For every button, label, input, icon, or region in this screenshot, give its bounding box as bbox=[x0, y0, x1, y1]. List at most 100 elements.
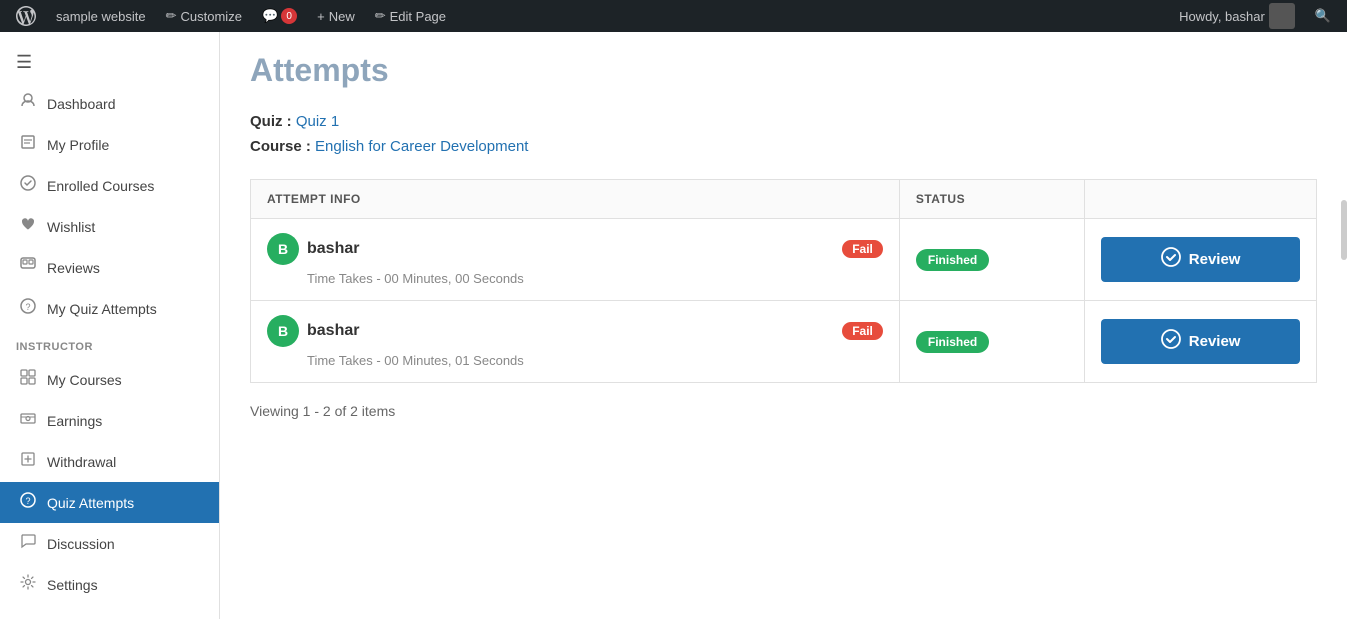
sidebar-item-wishlist[interactable]: Wishlist bbox=[0, 206, 219, 247]
fail-badge-2: Fail bbox=[842, 322, 883, 340]
discussion-label: Discussion bbox=[47, 536, 115, 552]
viewing-text: Viewing 1 - 2 of 2 items bbox=[250, 403, 1317, 419]
sidebar-item-withdrawal[interactable]: Withdrawal bbox=[0, 441, 219, 482]
table-row: B bashar Fail Time Takes - 00 Minutes, 0… bbox=[251, 301, 1317, 383]
earnings-label: Earnings bbox=[47, 413, 102, 429]
reviews-label: Reviews bbox=[47, 260, 100, 276]
quiz-attempts-label: Quiz Attempts bbox=[47, 495, 134, 511]
course-label: Course : bbox=[250, 138, 311, 155]
enrolled-courses-label: Enrolled Courses bbox=[47, 178, 154, 194]
user-row-2: B bashar Fail bbox=[267, 315, 883, 347]
my-quiz-attempts-icon: ? bbox=[19, 298, 37, 319]
check-icon-1 bbox=[1161, 247, 1181, 272]
col-header-action bbox=[1085, 180, 1317, 219]
new-link[interactable]: + New bbox=[309, 0, 363, 32]
my-quiz-attempts-label: My Quiz Attempts bbox=[47, 301, 157, 317]
svg-text:?: ? bbox=[26, 496, 31, 506]
comments-link[interactable]: 💬 0 bbox=[254, 0, 305, 32]
settings-icon bbox=[19, 574, 37, 595]
discussion-icon bbox=[19, 533, 37, 554]
wishlist-label: Wishlist bbox=[47, 219, 95, 235]
comment-count: 0 bbox=[281, 8, 297, 24]
comment-icon: 💬 bbox=[262, 8, 278, 24]
sidebar-nav: Dashboard My Profile Enrolled Courses bbox=[0, 83, 219, 329]
sidebar-item-settings[interactable]: Settings bbox=[0, 564, 219, 605]
review-label-2: Review bbox=[1189, 333, 1241, 350]
hamburger-icon: ☰ bbox=[16, 52, 32, 72]
review-button-1[interactable]: Review bbox=[1101, 237, 1300, 282]
time-info-2: Time Takes - 00 Minutes, 01 Seconds bbox=[267, 353, 883, 368]
customize-icon: ✏ bbox=[166, 8, 177, 24]
action-cell-2: Review bbox=[1085, 301, 1317, 383]
customize-link[interactable]: ✏ Customize bbox=[158, 0, 250, 32]
sidebar-item-my-quiz-attempts[interactable]: ? My Quiz Attempts bbox=[0, 288, 219, 329]
review-button-2[interactable]: Review bbox=[1101, 319, 1300, 364]
fail-badge-1: Fail bbox=[842, 240, 883, 258]
instructor-section-title: INSTRUCTOR bbox=[0, 329, 219, 359]
new-label: New bbox=[329, 9, 355, 24]
reviews-icon bbox=[19, 257, 37, 278]
scrollbar[interactable] bbox=[1341, 200, 1347, 260]
user-row-1: B bashar Fail bbox=[267, 233, 883, 265]
sidebar-item-reviews[interactable]: Reviews bbox=[0, 247, 219, 288]
username-2: bashar bbox=[307, 322, 359, 340]
quiz-meta-course: Course : English for Career Development bbox=[250, 138, 1317, 155]
finished-badge-2: Finished bbox=[916, 331, 989, 353]
sidebar: ☰ Dashboard My Profile bbox=[0, 32, 220, 619]
instructor-nav: My Courses Earnings Withdrawal bbox=[0, 359, 219, 605]
quiz-attempts-icon: ? bbox=[19, 492, 37, 513]
username-1: bashar bbox=[307, 240, 359, 258]
quiz-link[interactable]: Quiz 1 bbox=[296, 113, 339, 130]
withdrawal-icon bbox=[19, 451, 37, 472]
main-content: Attempts Quiz : Quiz 1 Course : English … bbox=[220, 32, 1347, 619]
withdrawal-label: Withdrawal bbox=[47, 454, 116, 470]
quiz-meta-quiz: Quiz : Quiz 1 bbox=[250, 113, 1317, 130]
hamburger-button[interactable]: ☰ bbox=[0, 42, 219, 83]
my-profile-icon bbox=[19, 134, 37, 155]
site-name-link[interactable]: sample website bbox=[48, 0, 154, 32]
svg-text:?: ? bbox=[26, 302, 31, 312]
time-info-1: Time Takes - 00 Minutes, 00 Seconds bbox=[267, 271, 883, 286]
my-profile-label: My Profile bbox=[47, 137, 109, 153]
attempt-info-1: B bashar Fail Time Takes - 00 Minutes, 0… bbox=[251, 219, 900, 301]
review-label-1: Review bbox=[1189, 251, 1241, 268]
howdy-link[interactable]: Howdy, bashar bbox=[1171, 0, 1303, 32]
edit-page-label: Edit Page bbox=[390, 9, 446, 24]
dashboard-label: Dashboard bbox=[47, 96, 116, 112]
page-wrapper: ☰ Dashboard My Profile bbox=[0, 32, 1347, 619]
wishlist-icon bbox=[19, 216, 37, 237]
avatar-1: B bbox=[267, 233, 299, 265]
edit-icon: ✏ bbox=[375, 8, 386, 24]
col-header-status: STATUS bbox=[899, 180, 1084, 219]
plus-icon: + bbox=[317, 9, 325, 24]
status-1: Finished bbox=[899, 219, 1084, 301]
admin-bar: sample website ✏ Customize 💬 0 + New ✏ E… bbox=[0, 0, 1347, 32]
course-link[interactable]: English for Career Development bbox=[315, 138, 528, 155]
sidebar-item-discussion[interactable]: Discussion bbox=[0, 523, 219, 564]
quiz-label: Quiz : bbox=[250, 113, 292, 130]
howdy-text: Howdy, bashar bbox=[1179, 9, 1265, 24]
sidebar-item-dashboard[interactable]: Dashboard bbox=[0, 83, 219, 124]
sidebar-item-quiz-attempts[interactable]: ? Quiz Attempts bbox=[0, 482, 219, 523]
edit-page-link[interactable]: ✏ Edit Page bbox=[367, 0, 454, 32]
status-2: Finished bbox=[899, 301, 1084, 383]
user-avatar-icon bbox=[1269, 3, 1295, 29]
customize-label: Customize bbox=[181, 9, 242, 24]
check-icon-2 bbox=[1161, 329, 1181, 354]
wordpress-logo-link[interactable] bbox=[8, 0, 44, 32]
settings-label: Settings bbox=[47, 577, 98, 593]
col-header-attempt-info: ATTEMPT INFO bbox=[251, 180, 900, 219]
attempts-table: ATTEMPT INFO STATUS B bashar Fail Time T… bbox=[250, 179, 1317, 383]
earnings-icon bbox=[19, 410, 37, 431]
sidebar-item-earnings[interactable]: Earnings bbox=[0, 400, 219, 441]
my-courses-icon bbox=[19, 369, 37, 390]
enrolled-courses-icon bbox=[19, 175, 37, 196]
search-link[interactable]: 🔍 bbox=[1307, 0, 1339, 32]
attempt-info-2: B bashar Fail Time Takes - 00 Minutes, 0… bbox=[251, 301, 900, 383]
table-row: B bashar Fail Time Takes - 00 Minutes, 0… bbox=[251, 219, 1317, 301]
page-title: Attempts bbox=[250, 52, 1317, 89]
sidebar-item-my-courses[interactable]: My Courses bbox=[0, 359, 219, 400]
sidebar-item-enrolled-courses[interactable]: Enrolled Courses bbox=[0, 165, 219, 206]
finished-badge-1: Finished bbox=[916, 249, 989, 271]
sidebar-item-my-profile[interactable]: My Profile bbox=[0, 124, 219, 165]
